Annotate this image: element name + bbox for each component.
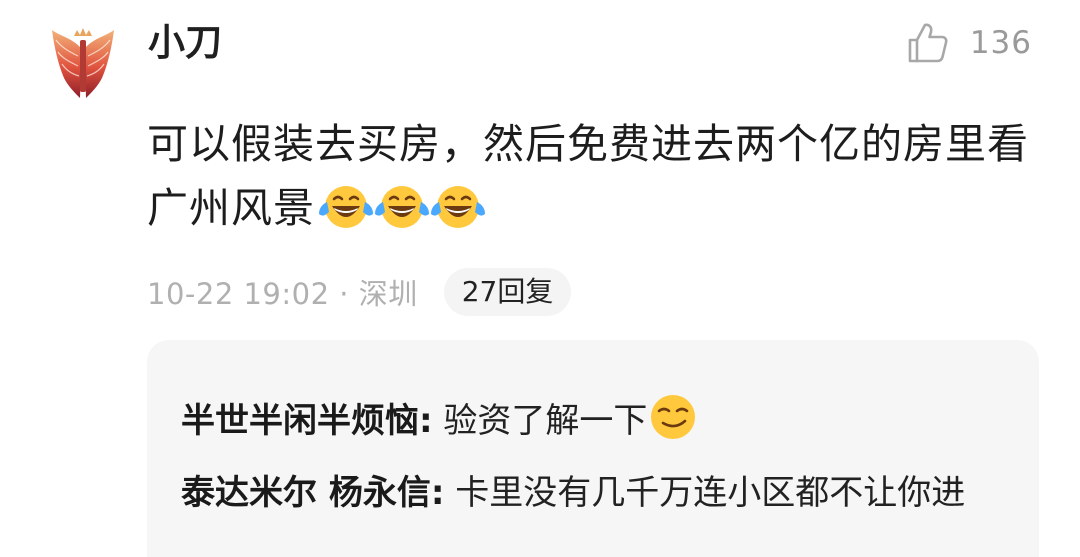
comment-body: 可以假装去买房，然后免费进去两个亿的房里看广州风景 <box>147 112 1047 240</box>
thumbs-up-icon <box>908 23 948 63</box>
view-replies-button[interactable]: 27回复 <box>443 268 572 316</box>
reply-separator: : <box>419 401 433 441</box>
emoji-group <box>317 182 485 232</box>
comment-page: 小刀 136 可以假装去买房，然后免费进去两个亿的房里看广州风景 10-22 1… <box>0 0 1080 557</box>
comment-text: 可以假装去买房，然后免费进去两个亿的房里看广州风景 <box>147 120 1029 232</box>
replies-preview[interactable]: 半世半闲半烦恼: 验资了解一下 泰达米尔 杨永信: 卡里没有几千万连小区都不让你… <box>147 340 1039 557</box>
reply-item[interactable]: 半世半闲半烦恼: 验资了解一下 <box>181 392 1011 450</box>
smirk-emoji-icon <box>651 395 696 439</box>
like-button[interactable]: 136 <box>906 18 1032 68</box>
reply-text: 验资了解一下 <box>432 401 648 441</box>
username[interactable]: 小刀 <box>148 20 222 66</box>
laugh-cry-emoji-icon <box>319 186 373 228</box>
winged-crest-icon <box>52 28 114 98</box>
like-count: 136 <box>969 25 1032 61</box>
laugh-cry-emoji-icon <box>431 186 485 228</box>
reply-author[interactable]: 半世半闲半烦恼 <box>181 401 419 441</box>
laugh-cry-emoji-icon <box>375 186 429 228</box>
avatar[interactable] <box>50 26 116 102</box>
reply-item[interactable]: 泰达米尔 杨永信: 卡里没有几千万连小区都不让你进 <box>181 464 1011 522</box>
comment-meta: 10-22 19:02 · 深圳 27回复 <box>147 266 572 318</box>
reply-separator: : <box>430 473 445 513</box>
reply-author[interactable]: 泰达米尔 杨永信 <box>181 473 431 513</box>
timestamp-location: 10-22 19:02 · 深圳 <box>147 277 418 311</box>
reply-text: 卡里没有几千万连小区都不让你进 <box>444 473 966 513</box>
